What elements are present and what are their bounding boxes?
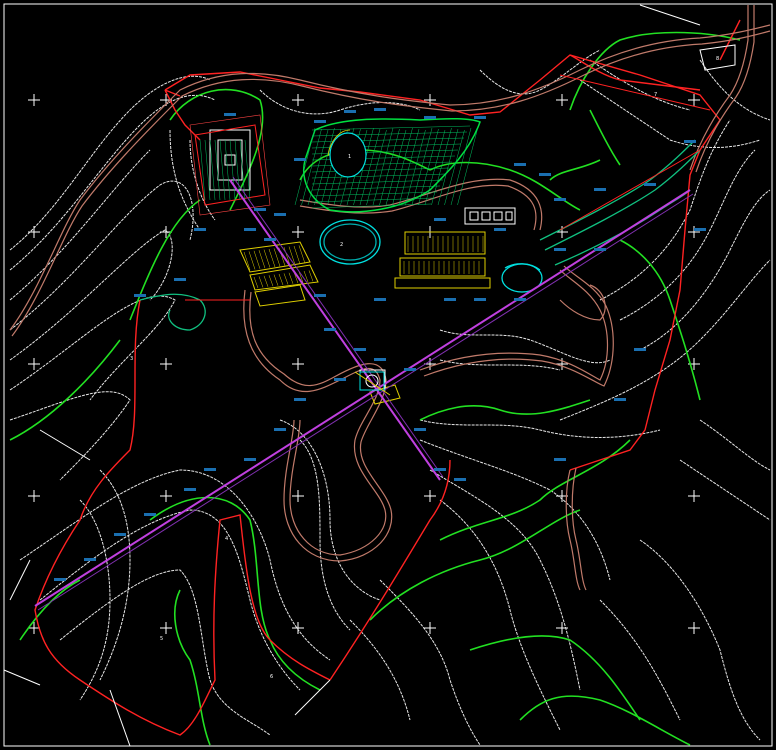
annotation-label-mark xyxy=(144,513,156,516)
plus-crosshair-icon xyxy=(292,226,304,238)
annotation-label-mark xyxy=(644,183,656,186)
annotation-label-mark xyxy=(554,198,566,201)
annotation-label-mark xyxy=(414,428,426,431)
zone-marker: 7 xyxy=(654,92,657,98)
plus-crosshair-icon xyxy=(160,622,172,634)
annotation-label-mark xyxy=(344,110,356,113)
annotation-label-mark xyxy=(314,120,326,123)
pond-areas xyxy=(319,219,543,293)
annotation-label-mark xyxy=(424,116,436,119)
plus-crosshair-icon xyxy=(424,490,436,502)
annotation-label-mark xyxy=(54,578,66,581)
annotation-label-mark xyxy=(514,298,526,301)
annotation-label-mark xyxy=(614,398,626,401)
plus-crosshair-icon xyxy=(556,226,568,238)
plus-crosshair-icon xyxy=(292,490,304,502)
plus-crosshair-icon xyxy=(28,94,40,106)
plus-crosshair-icon xyxy=(28,358,40,370)
annotation-label-mark xyxy=(274,428,286,431)
plus-crosshair-icon xyxy=(688,226,700,238)
axis-lines xyxy=(34,176,694,611)
annotation-label-mark xyxy=(84,558,96,561)
access-lanes xyxy=(139,139,701,331)
annotation-label-mark xyxy=(684,140,696,143)
annotation-label-mark xyxy=(594,248,606,251)
annotation-label-mark xyxy=(474,298,486,301)
plus-crosshair-icon xyxy=(424,622,436,634)
plus-crosshair-icon xyxy=(292,94,304,106)
zone-marker: 1 xyxy=(348,154,351,160)
annotation-label-mark xyxy=(374,108,386,111)
annotation-label-mark xyxy=(434,468,446,471)
annotation-label-mark xyxy=(354,348,366,351)
zone-marker: 2 xyxy=(340,242,343,248)
zone-marker: 6 xyxy=(270,674,273,680)
annotation-label-mark xyxy=(434,218,446,221)
plus-crosshair-icon xyxy=(28,490,40,502)
annotation-label-mark xyxy=(244,458,256,461)
annotation-label-mark xyxy=(194,228,206,231)
annotation-label-mark xyxy=(694,228,706,231)
plus-crosshair-icon xyxy=(160,490,172,502)
annotation-label-mark xyxy=(134,294,146,297)
annotation-label-mark xyxy=(204,468,216,471)
green-plot-area xyxy=(294,117,481,213)
annotation-label-mark xyxy=(254,208,266,211)
annotation-label-mark xyxy=(374,358,386,361)
plus-crosshair-icon xyxy=(688,94,700,106)
site-plan-canvas: 1 2 3 4 5 6 7 8 xyxy=(3,3,773,747)
zone-marker: 4 xyxy=(225,536,228,542)
annotation-label-mark xyxy=(264,238,276,241)
annotation-label-mark xyxy=(454,478,466,481)
plus-crosshair-icon xyxy=(556,94,568,106)
plus-crosshair-icon xyxy=(292,358,304,370)
annotation-label-mark xyxy=(244,228,256,231)
annotation-label-mark xyxy=(594,188,606,191)
zone-marker: 8 xyxy=(716,56,719,62)
annotation-label-mark xyxy=(324,328,336,331)
annotation-label-mark xyxy=(224,113,236,116)
site-boundary xyxy=(34,19,741,736)
annotation-label-mark xyxy=(404,368,416,371)
annotation-label-mark xyxy=(294,398,306,401)
plus-crosshair-icon xyxy=(688,490,700,502)
annotation-label-mark xyxy=(294,158,306,161)
annotation-label-mark xyxy=(554,248,566,251)
annotation-label-mark xyxy=(314,294,326,297)
zone-marker: 5 xyxy=(160,636,163,642)
annotation-label-mark xyxy=(334,378,346,381)
plus-crosshair-icon xyxy=(556,622,568,634)
annotation-label-mark xyxy=(274,213,286,216)
annotation-label-mark xyxy=(494,228,506,231)
annotation-label-mark xyxy=(444,298,456,301)
cad-site-plan-viewport[interactable]: 1 2 3 4 5 6 7 8 xyxy=(0,0,776,750)
zone-marker: 3 xyxy=(130,356,133,362)
annotation-label-mark xyxy=(539,173,551,176)
annotation-label-mark xyxy=(174,278,186,281)
annotation-label-mark xyxy=(474,116,486,119)
drawing-frame xyxy=(3,3,773,747)
annotation-label-mark xyxy=(514,163,526,166)
annotation-label-mark xyxy=(184,488,196,491)
annotation-label-mark xyxy=(114,533,126,536)
annotation-label-mark xyxy=(554,458,566,461)
annotation-label-mark xyxy=(634,348,646,351)
plus-crosshair-icon xyxy=(160,358,172,370)
plus-crosshair-icon xyxy=(688,622,700,634)
annotation-label-mark xyxy=(374,298,386,301)
